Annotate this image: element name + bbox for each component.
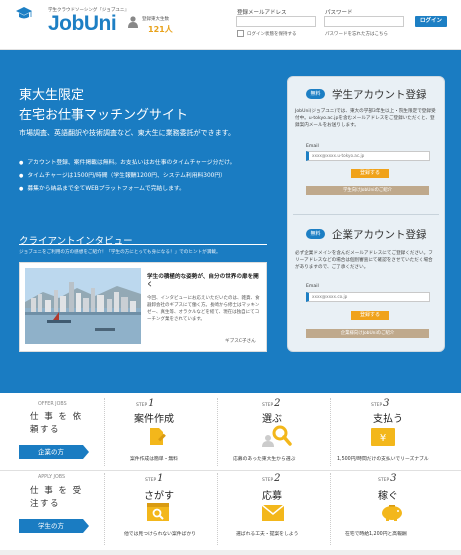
company-intro-button[interactable]: 企業様向けJobUniのご紹介 — [306, 329, 429, 338]
step-title: さがす — [144, 491, 174, 502]
footer-strip — [0, 550, 461, 555]
member-count: 121人 — [148, 25, 173, 34]
company-register-desc: 必ず企業ドメインを含んだメールアドレスにてご登録ください。フリーアドレスなどの場… — [295, 251, 433, 271]
apply-tag[interactable]: 学生の方 — [19, 519, 89, 533]
step-label: STEP1 — [136, 398, 155, 409]
person-icon — [128, 16, 138, 28]
remember-checkbox[interactable] — [237, 30, 244, 37]
apply-label: APPLY JOBS — [38, 475, 65, 480]
step-desc: 在宅で時給1,200円と高報酬 — [345, 532, 407, 537]
company-email-input[interactable]: xxxx@xxxx.co.jp — [306, 292, 430, 302]
student-email-input[interactable]: xxxx@xxxx.u-tokyo.ac.jp — [306, 151, 430, 161]
member-count-label: 登録東大生数 — [142, 17, 169, 22]
column-divider — [217, 473, 218, 545]
step-title: 選ぶ — [262, 414, 282, 425]
login-button[interactable]: ログイン — [415, 16, 447, 27]
column-divider — [330, 473, 331, 545]
step-label: STEP2 — [262, 473, 281, 484]
step-label: STEP1 — [145, 473, 164, 484]
login-password-label: パスワード — [325, 10, 353, 16]
company-register-button[interactable]: 登録する — [351, 311, 389, 320]
step-title: 稼ぐ — [378, 491, 398, 502]
hero-subtitle: 市場調査、英語翻訳や技術調査など、東大生に業務委託ができます。 — [19, 129, 235, 137]
interview-body: 今回、インタビューにお応えいただいたのは、雑貨、食器卸会社のギブスにて働く方。長… — [147, 296, 260, 322]
student-email-label: Email — [306, 144, 319, 149]
student-register-title: 学生アカウント登録 — [332, 89, 427, 101]
offer-label: OFFER JOBS — [38, 402, 67, 407]
column-divider — [104, 398, 105, 466]
graduation-cap-icon — [16, 7, 32, 19]
column-divider — [217, 398, 218, 466]
login-email-label: 登録メールアドレス — [237, 10, 287, 16]
free-badge: 無料 — [306, 89, 325, 99]
column-divider — [330, 398, 331, 466]
hero-bullet: 募集から納品まで全てWEBプラットフォームで完結します。 — [19, 183, 185, 192]
interview-heading[interactable]: 学生の積極的な姿勢が、自分の世界の扉を開く — [147, 273, 263, 289]
band-divider — [0, 470, 461, 471]
step-title: 応募 — [262, 491, 282, 502]
step-desc: 選ばれる工夫・提案をしよう — [236, 532, 299, 537]
svg-text:¥: ¥ — [380, 433, 386, 444]
offer-tag[interactable]: 企業の方 — [19, 445, 89, 459]
hero-title-line2: 在宅お仕事マッチングサイト — [19, 108, 189, 123]
student-intro-button[interactable]: 学生向けJobUniのご紹介 — [306, 186, 429, 195]
login-email-input[interactable] — [236, 16, 316, 27]
interview-divider — [19, 244, 267, 245]
hero-title-line1: 東大生限定 — [19, 88, 85, 103]
company-email-label: Email — [306, 284, 319, 289]
offer-heading: 仕 事 を 依頼する — [30, 412, 83, 435]
remember-label: ログイン状態を保持する — [247, 32, 297, 37]
city-skyline-photo — [25, 268, 141, 344]
student-register-desc: JobUni(ジョブユニ)では、東大の学部3年生以上・院生限定で登録受付中。u-… — [295, 109, 436, 129]
step-label: STEP3 — [371, 398, 390, 409]
hero-bullet: タイムチャージは1500円/時間（学生報酬1200円、システム利用料300円） — [19, 170, 226, 179]
piggy-bank-icon — [382, 505, 402, 521]
panel-divider — [293, 214, 439, 215]
step-label: STEP2 — [262, 398, 281, 409]
interview-signature: ギブスC子さん — [225, 339, 256, 344]
step-title: 支払う — [373, 414, 403, 425]
student-register-button[interactable]: 登録する — [351, 169, 389, 178]
login-password-input[interactable] — [324, 16, 404, 27]
step-desc: 応募のあった東大生から選ぶ — [233, 457, 296, 462]
apply-heading: 仕 事 を 受注する — [30, 486, 83, 509]
company-register-title: 企業アカウント登録 — [332, 229, 427, 241]
yen-card-icon: ¥ — [371, 428, 395, 446]
step-desc: 案件作成は簡単・無料 — [130, 457, 178, 462]
free-badge: 無料 — [306, 229, 325, 239]
step-desc: 1,500円/時間だけの支払いでリーズナブル — [337, 457, 429, 462]
step-desc: 他では見つけられない案件ばかり — [124, 532, 197, 537]
search-people-icon — [262, 425, 292, 447]
hero-bullet: アカウント登録、案件掲載は無料。お支払いはお仕事のタイムチャージ分だけ。 — [19, 157, 235, 166]
step-label: STEP3 — [378, 473, 397, 484]
forgot-password-link[interactable]: パスワードを忘れた方はこちら — [325, 31, 388, 37]
step-title: 案件作成 — [134, 414, 174, 425]
interview-note: ジョブユニをご利用の方の感想をご紹介！「学生の方にとっても身になる！」でのヒント… — [19, 250, 221, 255]
envelope-icon — [262, 505, 284, 521]
browser-search-icon — [147, 503, 169, 521]
column-divider — [104, 473, 105, 545]
logo[interactable]: JobUni — [48, 12, 117, 36]
document-edit-icon — [150, 428, 166, 445]
